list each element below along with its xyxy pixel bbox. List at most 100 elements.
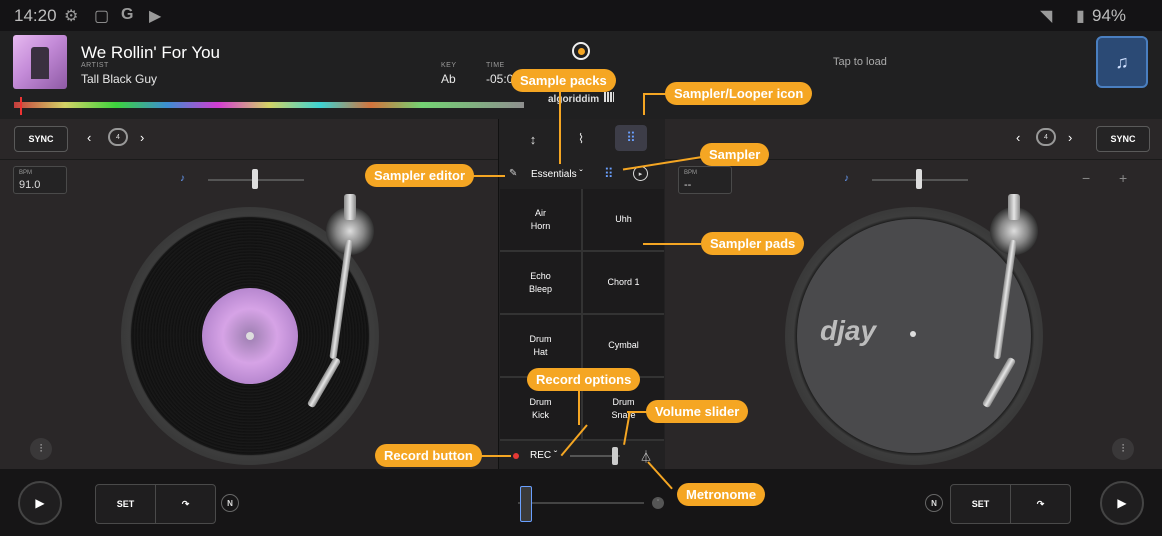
callout-volume-slider: Volume slider xyxy=(646,400,749,423)
left-loop-next-icon[interactable]: › xyxy=(140,130,144,145)
left-n-button[interactable]: N xyxy=(221,494,239,512)
right-pitch-slider-knob[interactable] xyxy=(916,169,922,189)
callout-line-record-button xyxy=(478,455,511,457)
artist-label: ARTIST xyxy=(81,62,109,69)
djay-logo: djay xyxy=(820,315,877,346)
play-store-icon: ▶ xyxy=(149,8,162,25)
music-library-button[interactable]: ♫ xyxy=(1096,36,1148,88)
callout-line-sample-packs xyxy=(559,92,561,164)
record-options-dropdown[interactable]: REC ˇ xyxy=(530,450,557,461)
sampler-editor-icon[interactable]: ✎ xyxy=(509,168,517,179)
sampler-grid-icon[interactable]: ⠿ xyxy=(604,166,614,182)
right-loop-next-icon[interactable]: › xyxy=(1068,130,1072,145)
callout-line-sampler-pads xyxy=(643,243,701,245)
left-loop-icon[interactable]: 4 xyxy=(108,128,128,146)
sampler-looper-tab-icon[interactable]: ⠿ xyxy=(615,125,647,151)
play-icon: ▶ xyxy=(35,496,45,510)
right-sync-button[interactable]: SYNC xyxy=(1096,126,1150,152)
right-set-cue-button[interactable]: SET xyxy=(951,485,1010,523)
album-cover[interactable] xyxy=(13,35,67,89)
key-value: Ab xyxy=(441,72,456,86)
callout-line-sampler-looper-2 xyxy=(643,93,645,115)
screenshot-icon: ▢ xyxy=(94,8,110,25)
sampler-volume-knob[interactable] xyxy=(612,447,618,465)
left-bpm-box[interactable]: BPM 91.0 xyxy=(13,166,67,194)
left-bpm-label: BPM xyxy=(19,170,33,176)
crossfader-options-icon[interactable]: ˇ xyxy=(652,497,664,509)
right-bpm-value: -- xyxy=(684,179,692,191)
left-tonearm-counterweight xyxy=(344,194,356,220)
callout-line-record-options-1 xyxy=(578,391,580,425)
left-sync-button[interactable]: SYNC xyxy=(14,126,68,152)
status-bar: 14:20 ⚙ ▢ G ▶ ◥ ▮ 94% xyxy=(0,0,1162,31)
settings-icon: ⚙ xyxy=(64,8,79,25)
right-cue-jump-icon[interactable]: ↷ xyxy=(1010,485,1070,523)
sample-pack-selector[interactable]: Essentials ˇ xyxy=(531,169,583,180)
right-n-button[interactable]: N xyxy=(925,494,943,512)
callout-sample-packs: Sample packs xyxy=(511,69,616,92)
tap-to-load-text[interactable]: Tap to load xyxy=(833,56,887,68)
time-value: -05:0 xyxy=(486,72,514,86)
callout-line-sampler-looper-1 xyxy=(644,93,666,95)
waveform-tab-icon[interactable]: ⌇ xyxy=(565,126,597,152)
time-label: TIME xyxy=(486,62,505,69)
right-eq-icon[interactable]: ⫶ xyxy=(1112,438,1134,460)
record-indicator-icon[interactable] xyxy=(572,42,590,60)
left-bpm-value: 91.0 xyxy=(19,179,41,191)
google-icon: G xyxy=(121,6,134,23)
right-pitch-minus-button[interactable]: − xyxy=(1082,170,1090,186)
record-button[interactable] xyxy=(513,453,519,459)
callout-sampler: Sampler xyxy=(700,143,770,166)
track-title: We Rollin' For You xyxy=(81,43,221,62)
sampler-pad-chord-1[interactable]: Chord 1 xyxy=(583,252,664,313)
wifi-icon: ◥ xyxy=(1040,8,1053,25)
callout-sampler-pads: Sampler pads xyxy=(701,232,805,255)
playhead-marker xyxy=(20,97,22,115)
sampler-pad-cymbal[interactable]: Cymbal xyxy=(583,315,664,376)
callout-record-options: Record options xyxy=(527,368,641,391)
left-keylock-icon[interactable]: ♪ xyxy=(180,173,185,184)
left-play-button[interactable]: ▶ xyxy=(18,481,62,525)
waveform-overview[interactable] xyxy=(14,102,524,108)
right-play-button[interactable]: ▶ xyxy=(1100,481,1144,525)
left-eq-icon[interactable]: ⫶ xyxy=(30,438,52,460)
clock: 14:20 xyxy=(14,6,57,25)
callout-sampler-looper-icon: Sampler/Looper icon xyxy=(665,82,813,105)
left-cue-jump-icon[interactable]: ↷ xyxy=(155,485,215,523)
right-cue-group: SET ↷ xyxy=(950,484,1071,524)
battery-percent: 94% xyxy=(1092,6,1127,25)
right-loop-prev-icon[interactable]: ‹ xyxy=(1016,130,1020,145)
right-tonearm-counterweight xyxy=(1008,194,1020,220)
right-loop-icon[interactable]: 4 xyxy=(1036,128,1056,146)
right-bpm-label: BPM xyxy=(684,170,698,176)
left-pitch-slider-knob[interactable] xyxy=(252,169,258,189)
callout-metronome: Metronome xyxy=(677,483,766,506)
left-loop-prev-icon[interactable]: ‹ xyxy=(87,130,91,145)
sampler-pads: Air Horn Uhh Echo Bleep Chord 1 Drum Hat… xyxy=(500,189,664,441)
right-keylock-icon[interactable]: ♪ xyxy=(844,173,849,184)
sampler-pad-echo-bleep[interactable]: Echo Bleep xyxy=(500,252,581,313)
callout-record-button: Record button xyxy=(375,444,482,467)
callout-sampler-editor: Sampler editor xyxy=(365,164,475,187)
sampler-pad-air-horn[interactable]: Air Horn xyxy=(500,189,581,250)
algoriddim-logo: algoriddim xyxy=(548,94,600,105)
right-spindle xyxy=(910,331,916,337)
mixer-tab-icon[interactable]: ↕ xyxy=(517,126,549,152)
crossfader-track xyxy=(518,502,644,504)
crossfader-knob[interactable] xyxy=(520,486,532,522)
music-note-icon: ♫ xyxy=(1115,51,1129,72)
play-icon: ▶ xyxy=(1117,496,1127,510)
battery-icon: ▮ xyxy=(1076,8,1085,25)
algoriddim-grid-icon xyxy=(604,92,614,102)
sampler-pad-drum-hat[interactable]: Drum Hat xyxy=(500,315,581,376)
left-spindle xyxy=(246,332,254,340)
artist-name: Tall Black Guy xyxy=(81,72,158,86)
crossfader[interactable] xyxy=(518,484,644,522)
right-bpm-box[interactable]: BPM -- xyxy=(678,166,732,194)
left-set-cue-button[interactable]: SET xyxy=(96,485,155,523)
callout-line-sampler-editor xyxy=(471,175,505,177)
left-cue-group: SET ↷ xyxy=(95,484,216,524)
sampler-pad-uhh[interactable]: Uhh xyxy=(583,189,664,250)
right-pitch-plus-button[interactable]: + xyxy=(1119,170,1127,186)
key-label: KEY xyxy=(441,62,457,69)
